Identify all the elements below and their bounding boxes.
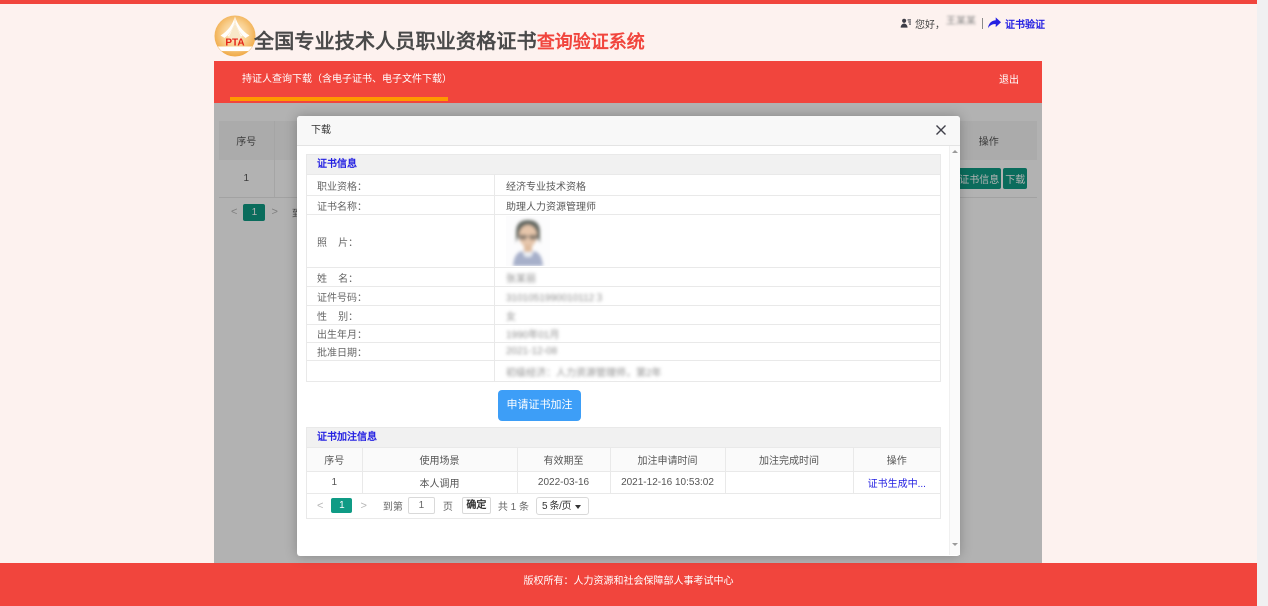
svg-text:PTA: PTA [225, 38, 244, 49]
